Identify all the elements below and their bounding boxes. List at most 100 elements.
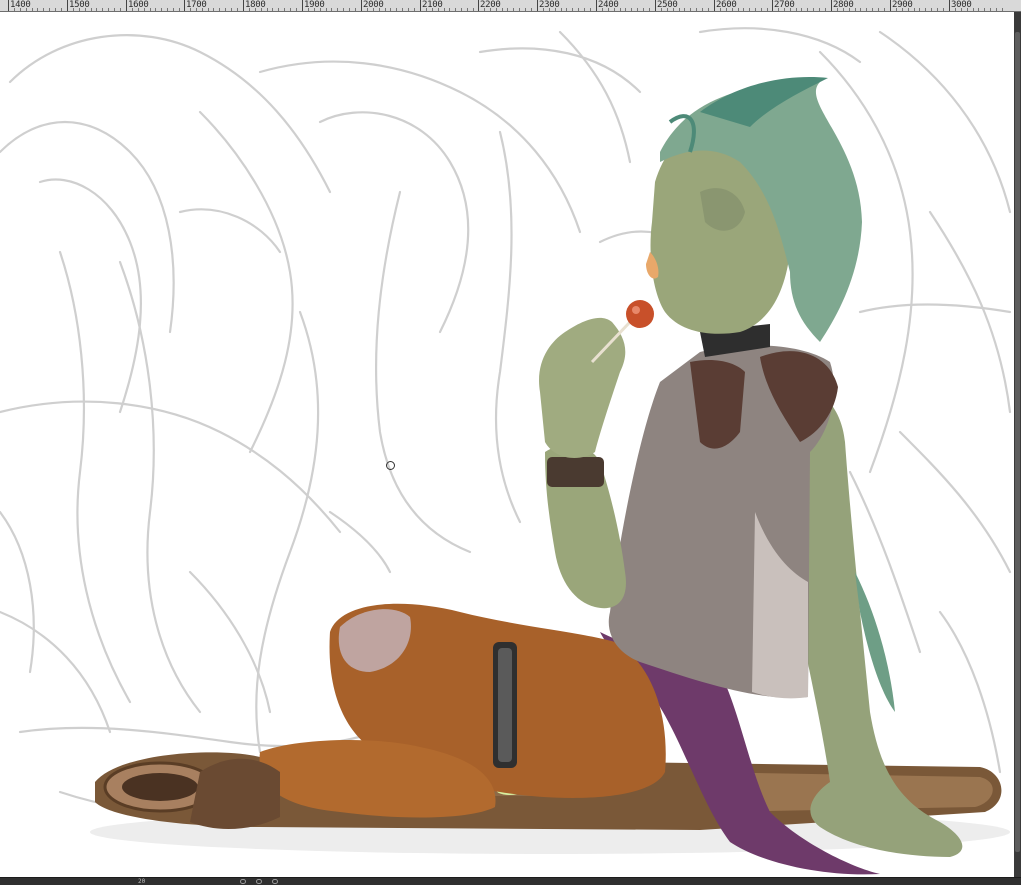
ruler-minor-tick (278, 8, 279, 11)
ruler-major-tick (184, 0, 185, 11)
ruler-minor-tick (379, 8, 380, 11)
ruler-minor-tick (173, 8, 174, 11)
ruler-minor-tick (784, 8, 785, 11)
ruler-minor-tick (667, 8, 668, 11)
ruler-major-tick (8, 0, 9, 11)
ruler-major-tick (890, 0, 891, 11)
ruler-minor-tick (14, 8, 15, 11)
ruler-major-tick (420, 0, 421, 11)
drawing-canvas[interactable] (0, 12, 1014, 878)
ruler-minor-tick (807, 8, 808, 11)
ruler-minor-tick (108, 8, 109, 11)
ruler-minor-tick (490, 8, 491, 11)
lollipop-candy (626, 300, 654, 328)
ruler-minor-tick (114, 8, 115, 11)
ruler-minor-tick (449, 8, 450, 11)
zoom-readout: 20 (138, 878, 146, 885)
ruler-minor-tick (796, 8, 797, 11)
ruler-minor-tick (801, 8, 802, 11)
ruler-minor-tick (896, 8, 897, 11)
ruler-minor-tick (937, 8, 938, 11)
ruler-minor-tick (385, 8, 386, 11)
ruler-minor-tick (578, 8, 579, 11)
ruler-minor-tick (161, 8, 162, 11)
ruler-major-tick (67, 0, 68, 11)
ruler-minor-tick (984, 8, 985, 11)
ruler-minor-tick (549, 8, 550, 11)
ruler-minor-tick (208, 8, 209, 11)
ruler-minor-tick (296, 8, 297, 11)
ruler-minor-tick (150, 8, 151, 11)
ruler-minor-tick (919, 8, 920, 11)
ruler-minor-tick (990, 8, 991, 11)
ruler-minor-tick (614, 8, 615, 11)
ruler-minor-tick (502, 8, 503, 11)
ruler-minor-tick (743, 8, 744, 11)
ruler-minor-tick (414, 8, 415, 11)
ruler-minor-tick (513, 8, 514, 11)
ruler-minor-tick (931, 8, 932, 11)
ruler-minor-tick (684, 8, 685, 11)
horizontal-ruler[interactable]: 1400 1500 1600 1700 1800 1900 2000 2100 2200 2300… (0, 0, 1021, 12)
ruler-minor-tick (673, 8, 674, 11)
ruler-minor-tick (507, 8, 508, 11)
ruler-minor-tick (943, 8, 944, 11)
head (646, 77, 862, 342)
rotate-left-icon[interactable] (240, 879, 246, 884)
ruler-minor-tick (608, 8, 609, 11)
rotate-right-icon[interactable] (256, 879, 262, 884)
ruler-minor-tick (237, 8, 238, 11)
ruler-minor-tick (196, 8, 197, 11)
ruler-minor-tick (61, 8, 62, 11)
ruler-minor-tick (561, 8, 562, 11)
ruler-minor-tick (337, 8, 338, 11)
ruler-minor-tick (355, 8, 356, 11)
ruler-minor-tick (225, 8, 226, 11)
ruler-minor-tick (473, 8, 474, 11)
ruler-minor-tick (955, 8, 956, 11)
ruler-minor-tick (690, 8, 691, 11)
ruler-minor-tick (102, 8, 103, 11)
vertical-scrollbar[interactable] (1014, 12, 1021, 878)
ruler-minor-tick (849, 8, 850, 11)
ruler-minor-tick (367, 8, 368, 11)
flip-icon[interactable] (272, 879, 278, 884)
ruler-minor-tick (267, 8, 268, 11)
ruler-minor-tick (396, 8, 397, 11)
ruler-minor-tick (631, 8, 632, 11)
ruler-minor-tick (455, 8, 456, 11)
ruler-minor-tick (726, 8, 727, 11)
ruler-minor-tick (343, 8, 344, 11)
ruler-minor-tick (543, 8, 544, 11)
ruler-minor-tick (73, 8, 74, 11)
ruler-minor-tick (120, 8, 121, 11)
ruler-minor-tick (43, 8, 44, 11)
ruler-major-tick (537, 0, 538, 11)
ruler-minor-tick (837, 8, 838, 11)
ruler-minor-tick (572, 8, 573, 11)
ruler-minor-tick (732, 8, 733, 11)
ruler-minor-tick (708, 8, 709, 11)
ruler-minor-tick (32, 8, 33, 11)
ruler-minor-tick (602, 8, 603, 11)
ruler-major-tick (478, 0, 479, 11)
scrollbar-thumb[interactable] (1015, 32, 1020, 852)
ruler-major-tick (772, 0, 773, 11)
ruler-minor-tick (661, 8, 662, 11)
ruler-minor-tick (138, 8, 139, 11)
ruler-minor-tick (314, 8, 315, 11)
ruler-minor-tick (144, 8, 145, 11)
ruler-minor-tick (755, 8, 756, 11)
ruler-minor-tick (261, 8, 262, 11)
ruler-minor-tick (566, 8, 567, 11)
ruler-minor-tick (902, 8, 903, 11)
ruler-minor-tick (914, 8, 915, 11)
ruler-minor-tick (1002, 8, 1003, 11)
ruler-minor-tick (738, 8, 739, 11)
ruler-minor-tick (767, 8, 768, 11)
ruler-minor-tick (855, 8, 856, 11)
ruler-minor-tick (996, 8, 997, 11)
ruler-minor-tick (213, 8, 214, 11)
ruler-minor-tick (761, 8, 762, 11)
ruler-minor-tick (702, 8, 703, 11)
